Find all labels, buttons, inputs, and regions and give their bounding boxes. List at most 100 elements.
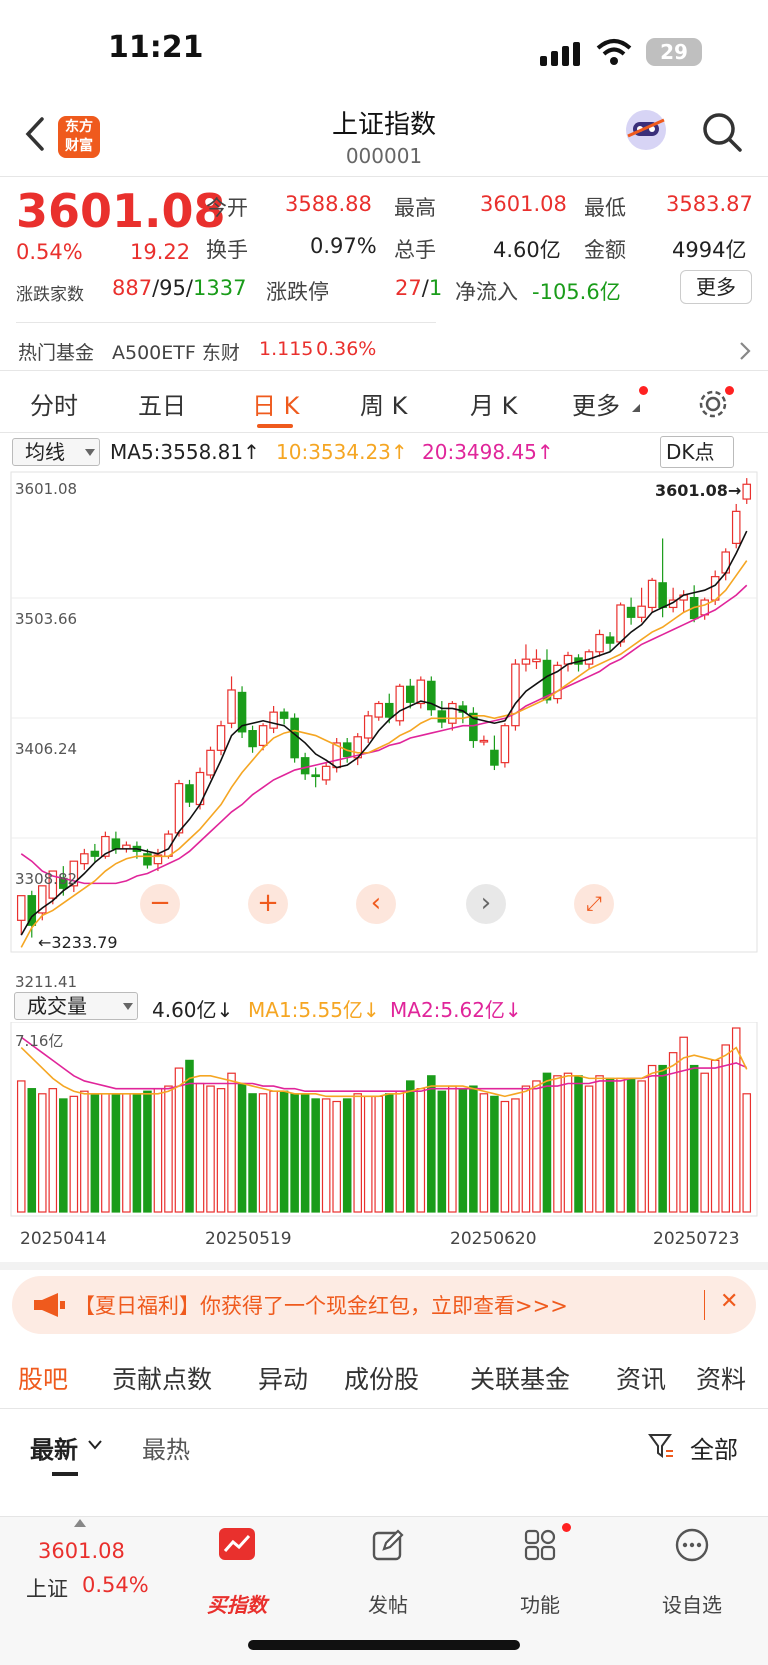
volume-bar [101, 1093, 110, 1213]
candle-body [500, 725, 510, 764]
quote-panel: 3601.08 0.54% 19.22 今开 3588.88 最高 3601.0… [0, 178, 768, 338]
close-icon[interactable]: ✕ [720, 1289, 738, 1314]
subtab-related-funds[interactable]: 关联基金 [470, 1360, 570, 1396]
candle-body [542, 659, 552, 701]
more-button[interactable]: 更多 [680, 270, 752, 304]
candle-body [647, 579, 657, 609]
amount-value: 4994亿 [672, 238, 747, 262]
tab-daily-k[interactable]: 日 K [252, 386, 299, 421]
filter-icon[interactable] [648, 1432, 674, 1460]
filter-latest[interactable]: 最新 [30, 1430, 78, 1465]
fund-name: A500ETF 东财 [112, 342, 240, 364]
notification-dot [639, 386, 648, 395]
candle-body [479, 739, 489, 743]
nav-pct[interactable]: 0.54% [82, 1573, 149, 1597]
nav-price[interactable]: 3601.08 [38, 1539, 125, 1563]
status-bar: 11:21 29 [0, 0, 768, 100]
volume-bar [174, 1067, 184, 1213]
volume-value: 4.60亿↓ [152, 998, 234, 1022]
ma-selector[interactable]: 均线 [12, 438, 100, 466]
divider [0, 1408, 768, 1409]
change-pct: 0.54% [16, 240, 83, 264]
subtab-contribution[interactable]: 贡献点数 [112, 1360, 212, 1396]
tab-more[interactable]: 更多 [572, 386, 620, 421]
volume-bar [731, 1027, 741, 1213]
volume-bar [637, 1080, 646, 1213]
volume-bar [342, 1098, 352, 1213]
fund-price: 1.115 [259, 338, 314, 360]
fund-label: 热门基金 [18, 342, 95, 364]
volume-bar [511, 1098, 520, 1213]
nav-buy-index[interactable]: 买指数 [187, 1589, 287, 1618]
promo-banner[interactable]: 【夏日福利】你获得了一个现金红包，立即查看>>> ✕ [12, 1276, 756, 1334]
caret-icon [632, 404, 640, 412]
volume-bar [521, 1085, 531, 1213]
tab-intraday[interactable]: 分时 [30, 386, 78, 421]
volume-bar [279, 1090, 289, 1213]
volume-bar [679, 1036, 688, 1213]
subtab-profile[interactable]: 资料 [696, 1360, 746, 1396]
candle-body [300, 757, 310, 775]
volume-bar [300, 1093, 310, 1213]
tab-weekly-k[interactable]: 周 K [360, 386, 407, 421]
candle-body [742, 483, 752, 500]
scroll-left-button[interactable]: ‹ [356, 884, 396, 924]
dk-point-button[interactable]: DK点 [660, 436, 734, 468]
tab-five-day[interactable]: 五日 [138, 386, 186, 421]
candle-body [363, 715, 373, 739]
hot-fund-row[interactable]: 热门基金 A500ETF 东财 1.115 0.36% [0, 338, 768, 384]
volume-indicator-selector[interactable]: 成交量 [14, 992, 138, 1020]
zoom-in-button[interactable]: + [248, 884, 288, 924]
kline-section: 均线 MA5:3558.81↑ 10:3534.23↑ 20:3498.45↑ … [0, 432, 768, 992]
zoom-out-button[interactable]: − [140, 884, 180, 924]
subtab-movement[interactable]: 异动 [258, 1360, 308, 1396]
chevron-right-icon [740, 342, 751, 360]
nav-functions[interactable]: 功能 [490, 1589, 590, 1618]
volume-chart[interactable]: 7.16亿 20250414 20250519 20250620 2025072… [0, 1022, 768, 1252]
candle-body [626, 606, 636, 618]
volume-bar [406, 1080, 415, 1213]
filter-all[interactable]: 全部 [690, 1430, 738, 1465]
filter-hot[interactable]: 最热 [142, 1430, 190, 1465]
divider [0, 176, 768, 177]
subtab-constituents[interactable]: 成份股 [344, 1360, 419, 1396]
subtab-forum[interactable]: 股吧 [18, 1360, 68, 1396]
nav-add-watchlist[interactable]: 设自选 [642, 1589, 742, 1618]
subtab-news[interactable]: 资讯 [616, 1360, 666, 1396]
tab-monthly-k[interactable]: 月 K [470, 386, 517, 421]
volume-bar [416, 1088, 426, 1213]
settings-icon[interactable] [697, 388, 729, 420]
volume-bar [132, 1093, 142, 1213]
notification-dot [562, 1523, 571, 1532]
nav-post[interactable]: 发帖 [338, 1589, 438, 1618]
scroll-right-button[interactable]: › [466, 884, 506, 924]
candle-body [311, 774, 320, 778]
candle-body [521, 658, 531, 665]
volume-bar [721, 1044, 730, 1213]
fullscreen-button[interactable]: ⤢ [574, 884, 614, 924]
last-price-marker: 3601.08→ [655, 481, 741, 500]
volume-bar [111, 1093, 121, 1213]
candle-body [248, 730, 257, 748]
date-label: 20250723 [653, 1229, 740, 1249]
robot-assistant-icon[interactable] [622, 106, 670, 154]
volume-bar [584, 1085, 594, 1213]
candle-body [384, 702, 394, 718]
search-icon[interactable] [700, 110, 744, 154]
volume-bar [48, 1088, 58, 1213]
volume-bar [458, 1088, 468, 1213]
candle-body [143, 853, 152, 866]
candle-body [290, 717, 299, 759]
volume-bar [311, 1098, 320, 1213]
date-label: 20250414 [20, 1229, 107, 1249]
volume-bar [668, 1052, 678, 1213]
divider [0, 370, 768, 371]
y-tick-label: 3406.24 [15, 740, 77, 758]
candle-body [437, 710, 447, 723]
ma10-value: 10:3534.23↑ [276, 440, 408, 464]
candle-body [374, 702, 384, 718]
breadth-values: 887/95/1337 [112, 276, 247, 300]
nav-market[interactable]: 上证 [26, 1573, 68, 1603]
volume-bar [742, 1093, 752, 1213]
candle-body [258, 725, 268, 747]
